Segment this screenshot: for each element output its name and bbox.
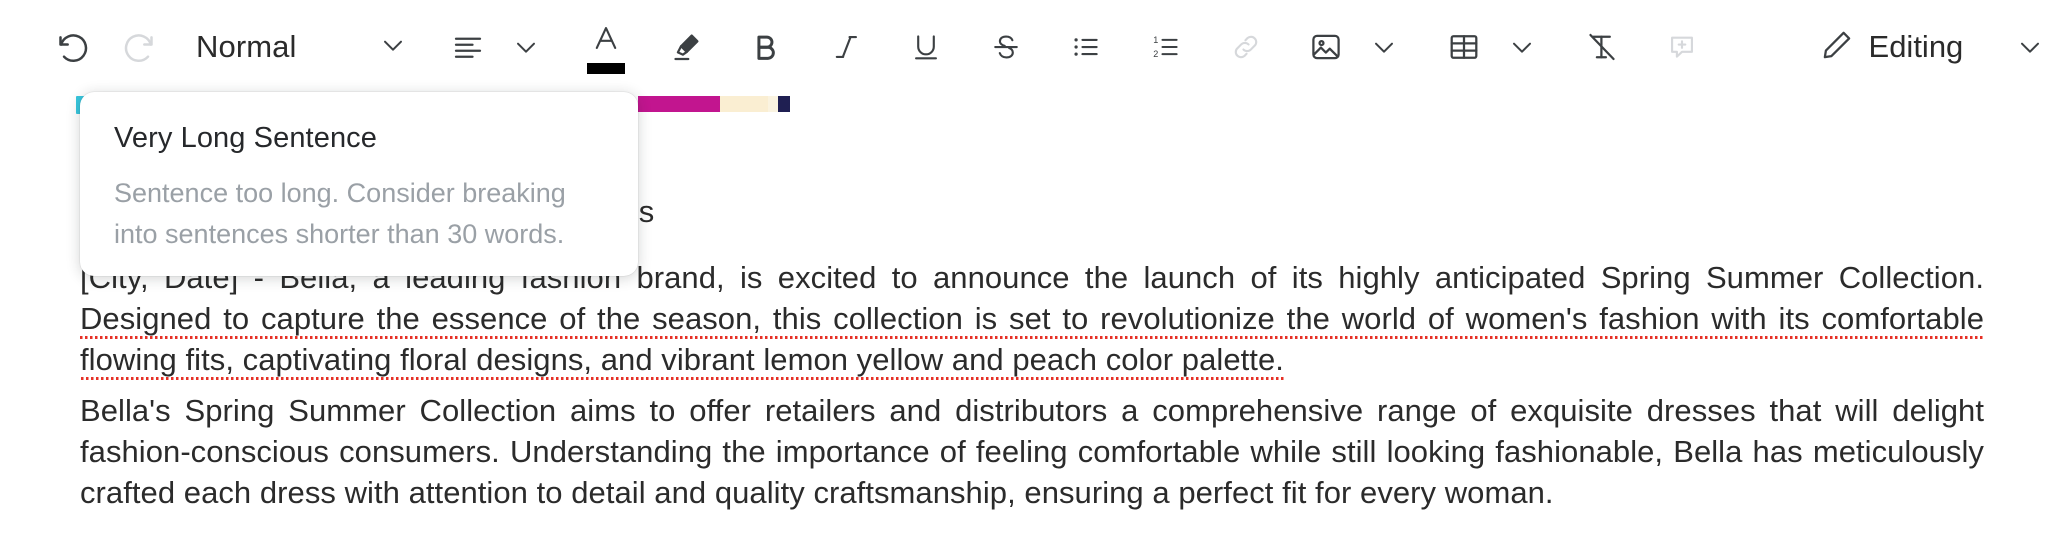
editing-mode-label: Editing: [1868, 29, 1964, 64]
bulleted-list-icon: [1069, 30, 1103, 64]
color-band-segment-1: [720, 96, 768, 112]
font-color-button[interactable]: [577, 18, 635, 76]
highlight-button[interactable]: [657, 18, 715, 76]
italic-button[interactable]: [817, 18, 875, 76]
tooltip-title: Very Long Sentence: [114, 122, 377, 154]
image-icon: [1308, 29, 1344, 65]
svg-text:1: 1: [1153, 35, 1158, 45]
paragraph-style-dropdown[interactable]: Normal: [190, 18, 409, 76]
chevron-down-icon: [510, 31, 542, 63]
redo-button[interactable]: [110, 18, 168, 76]
numbered-list-icon: 1 2: [1149, 30, 1183, 64]
color-band-segment-3: [778, 96, 790, 112]
numbered-list-button[interactable]: 1 2: [1137, 18, 1195, 76]
table-dropdown-button[interactable]: [1493, 18, 1551, 76]
color-band-segment-0: [638, 96, 720, 112]
svg-text:2: 2: [1153, 49, 1158, 59]
pencil-icon: [1819, 27, 1855, 68]
bulleted-list-button[interactable]: [1057, 18, 1115, 76]
add-comment-button[interactable]: [1653, 18, 1711, 76]
image-dropdown-button[interactable]: [1355, 18, 1413, 76]
editing-mode-button[interactable]: Editing: [1811, 18, 1972, 76]
chevron-down-icon: [1368, 31, 1400, 63]
chevron-down-icon: [2014, 31, 2046, 63]
strikethrough-icon: [989, 30, 1023, 64]
align-button[interactable]: [439, 18, 497, 76]
font-color-swatch: [586, 62, 625, 74]
document-paragraph-2[interactable]: Bella's Spring Summer Collection aims to…: [80, 390, 1984, 513]
align-left-icon: [450, 29, 486, 65]
clear-formatting-button[interactable]: [1573, 18, 1631, 76]
font-color-icon: [589, 21, 623, 60]
insert-table-button[interactable]: [1435, 18, 1493, 76]
document-editor-screen: Normal 1 2 Editing [City, Date] - Bella,…: [0, 0, 2064, 542]
align-dropdown-button[interactable]: [497, 18, 555, 76]
color-palette-band: [638, 96, 800, 112]
italic-icon: [829, 30, 863, 64]
undo-button[interactable]: [44, 18, 102, 76]
clear-formatting-icon: [1584, 29, 1620, 65]
highlighter-icon: [668, 29, 704, 65]
color-band-segment-4: [790, 96, 800, 112]
bold-button[interactable]: [737, 18, 795, 76]
tooltip-description: Sentence too long. Consider breaking int…: [114, 178, 566, 249]
undo-icon: [53, 27, 93, 67]
chevron-down-icon: [1506, 31, 1538, 63]
strikethrough-button[interactable]: [977, 18, 1035, 76]
paragraph-style-value: Normal: [196, 29, 297, 64]
grammar-suggestion-tooltip[interactable]: Very Long Sentence Sentence too long. Co…: [80, 92, 638, 276]
insert-image-button[interactable]: [1297, 18, 1355, 76]
color-band-segment-2: [768, 96, 778, 112]
redo-icon: [119, 27, 159, 67]
add-comment-icon: [1665, 30, 1699, 64]
editor-toolbar: Normal 1 2 Editing: [0, 0, 2064, 94]
insert-link-button[interactable]: [1217, 18, 1275, 76]
editing-mode-dropdown-button[interactable]: [2001, 18, 2059, 76]
underline-icon: [909, 30, 943, 64]
link-icon: [1229, 30, 1263, 64]
chevron-down-icon: [377, 29, 409, 66]
paragraph-1-flagged-sentence[interactable]: Designed to capture the essence of the s…: [80, 301, 1984, 380]
bold-icon: [749, 30, 783, 64]
table-icon: [1446, 29, 1482, 65]
underline-button[interactable]: [897, 18, 955, 76]
